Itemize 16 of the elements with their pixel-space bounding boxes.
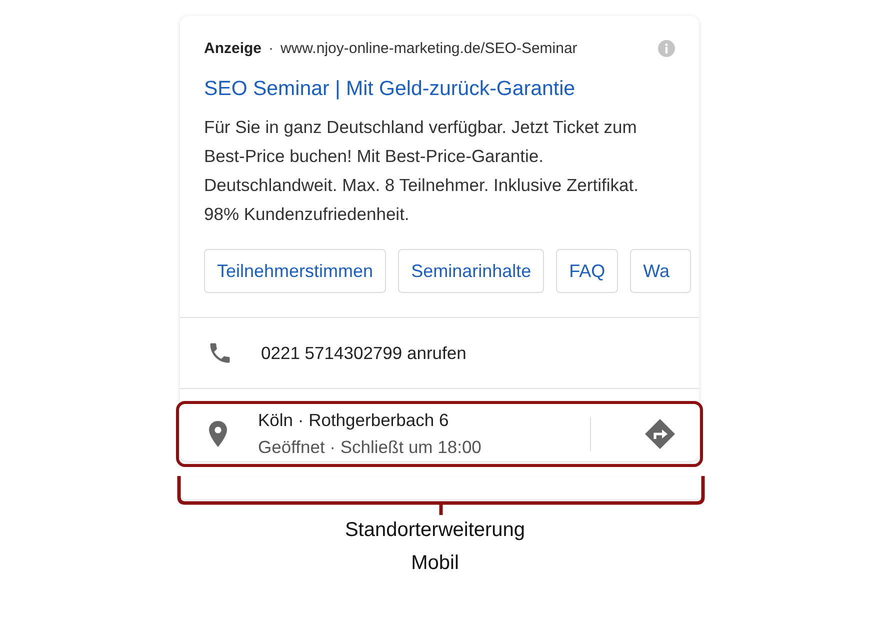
sitelink-chip[interactable]: Seminarinhalte — [398, 249, 544, 293]
location-pin-icon — [206, 420, 230, 448]
opening-hours: Geöffnet · Schließt um 18:00 — [258, 437, 482, 458]
ad-description: Für Sie in ganz Deutschland verfügbar. Jetzt Ticket zum Best-Price buchen! Mit Best-Price-Garantie. Deutschlandweit. Max. 8 Teilnehmer. Inklusive Zertifikat. 98% Kundenzufriedenheit. — [203, 116, 640, 226]
sitelink-chip[interactable]: Teilnehmerstimmen — [204, 249, 386, 293]
caption-text: Mobil — [411, 552, 459, 575]
separator-dot: · — [268, 40, 274, 57]
call-link[interactable]: 0221 5714302799 anrufen — [261, 342, 466, 364]
sitelink-chip[interactable]: Wa — [630, 249, 690, 293]
address-text: Köln · Rothgerberbach 6 — [258, 410, 450, 431]
ad-label: Anzeige — [204, 40, 262, 57]
ad-url: www.njoy-online-marketing.de/SEO-Seminar — [280, 40, 578, 57]
ad-title-link[interactable]: SEO Seminar | Mit Geld-zurück-Garantie — [180, 57, 699, 101]
directions-icon[interactable] — [644, 418, 676, 450]
sitelink-chip[interactable]: FAQ — [556, 249, 618, 293]
caption-text: Standorterweiterung — [344, 519, 526, 542]
